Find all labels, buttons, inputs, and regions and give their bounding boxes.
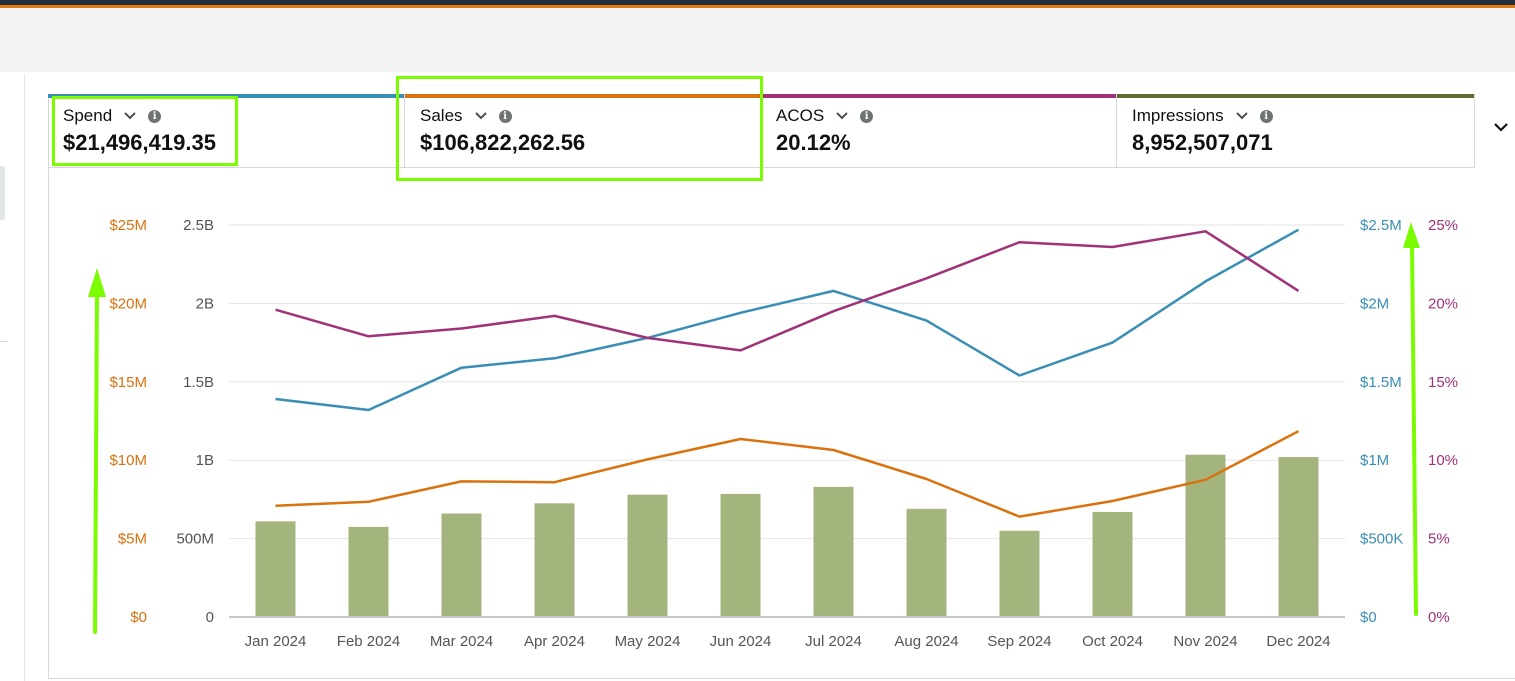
x-axis-tick-label: Aug 2024	[894, 633, 958, 650]
x-axis-tick-label: Apr 2024	[524, 633, 585, 650]
sales-axis-tick-label: $20M	[109, 295, 147, 312]
acos-axis-tick-label: 15%	[1428, 374, 1458, 391]
x-axis-tick-label: Sep 2024	[987, 633, 1051, 650]
impressions-bar	[813, 486, 854, 617]
sales-highlight-box	[396, 76, 763, 181]
x-axis-tick-label: Dec 2024	[1266, 633, 1330, 650]
impressions-axis-tick-label: 2.5B	[183, 217, 214, 234]
acos-series-line	[275, 230, 1300, 352]
impressions-axis-tick-label: 1.5B	[183, 374, 214, 391]
acos-axis-tick-label: 20%	[1428, 295, 1458, 312]
sales-axis-tick-label: $25M	[109, 217, 147, 234]
acos-axis-tick-label: 10%	[1428, 452, 1458, 469]
impressions-axis-tick-label: 2B	[196, 295, 214, 312]
x-axis-tick-label: Jan 2024	[245, 633, 307, 650]
x-axis-tick-label: Jul 2024	[805, 633, 862, 650]
x-axis-tick-label: Oct 2024	[1082, 633, 1143, 650]
annotation-arrow-right	[1410, 244, 1418, 616]
x-axis-tick-label: Feb 2024	[337, 633, 400, 650]
spend-axis-tick-label: $1M	[1360, 452, 1389, 469]
impressions-bar	[999, 530, 1040, 617]
x-axis-tick-label: Nov 2024	[1173, 633, 1237, 650]
spend-axis-tick-label: $1.5M	[1360, 374, 1402, 391]
spend-axis-tick-label: $500K	[1360, 531, 1403, 548]
spend-highlight-box	[52, 96, 238, 166]
impressions-axis-tick-label: 0	[206, 609, 214, 626]
annotation-arrowhead-left	[88, 268, 106, 297]
annotation-arrow-left	[93, 290, 99, 634]
impressions-axis-tick-label: 1B	[196, 452, 214, 469]
sales-axis-tick-label: $15M	[109, 374, 147, 391]
impressions-bar	[906, 508, 947, 617]
spend-axis-tick-label: $2M	[1360, 295, 1389, 312]
impressions-bar	[627, 494, 668, 617]
x-axis-tick-label: May 2024	[615, 633, 681, 650]
impressions-bar	[441, 513, 482, 617]
x-axis-tick-label: Jun 2024	[710, 633, 772, 650]
sales-axis-tick-label: $0	[130, 609, 147, 626]
annotation-arrowhead-right	[1403, 222, 1420, 248]
sales-axis-tick-label: $5M	[118, 531, 147, 548]
impressions-bar	[348, 526, 389, 617]
sales-axis-tick-label: $10M	[109, 452, 147, 469]
impressions-bar	[1092, 511, 1133, 617]
spend-series-line	[275, 228, 1300, 412]
spend-axis-tick-label: $2.5M	[1360, 217, 1402, 234]
impressions-bar	[255, 521, 296, 617]
sales-series-line	[275, 430, 1300, 518]
impressions-axis-tick-label: 500M	[176, 531, 214, 548]
spend-axis-tick-label: $0	[1360, 609, 1377, 626]
acos-axis-tick-label: 25%	[1428, 217, 1458, 234]
acos-axis-tick-label: 0%	[1428, 609, 1450, 626]
impressions-bar	[534, 503, 575, 617]
acos-axis-tick-label: 5%	[1428, 531, 1450, 548]
impressions-bar	[720, 493, 761, 617]
x-axis-tick-label: Mar 2024	[430, 633, 493, 650]
impressions-bar	[1278, 457, 1319, 617]
